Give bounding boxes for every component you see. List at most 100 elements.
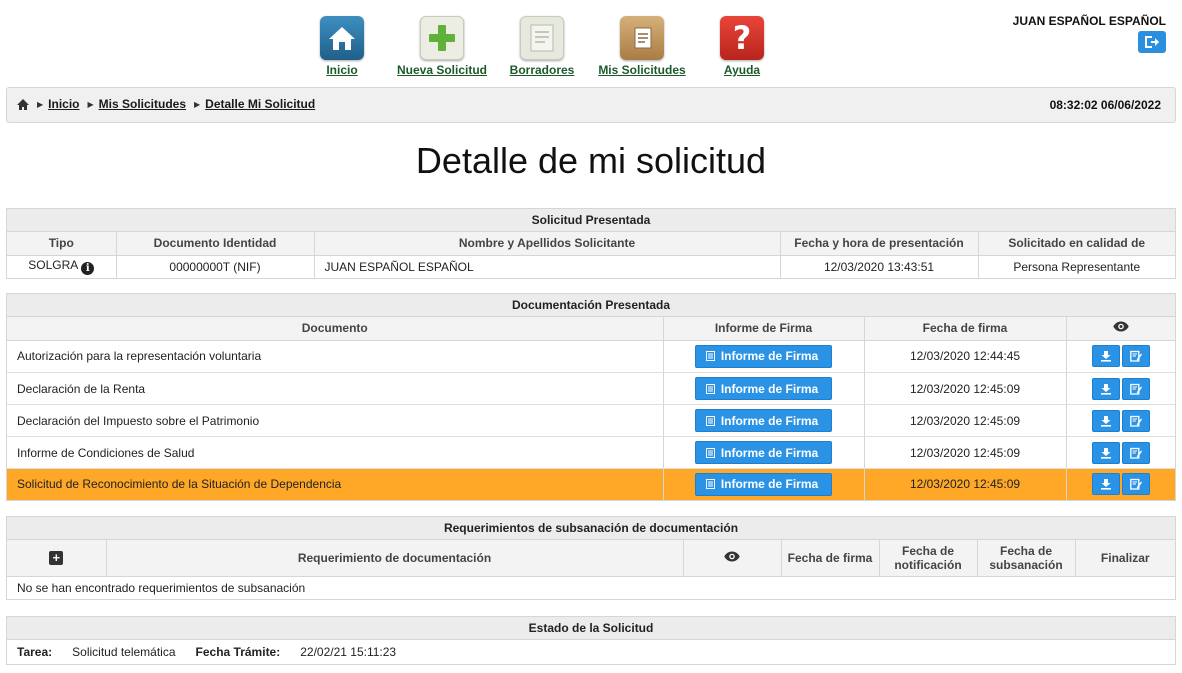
column-header: Informe de Firma [663, 317, 865, 341]
requerimientos-panel: Requerimientos de subsanación de documen… [6, 516, 1176, 600]
informe-firma-button[interactable]: Informe de Firma [694, 344, 833, 368]
documento-cell: Declaración de la Renta [7, 372, 664, 405]
fecha-tramite-value: 22/02/21 15:11:23 [300, 645, 397, 659]
document-icon [705, 351, 715, 362]
column-header: Nombre y Apellidos Solicitante [314, 232, 781, 256]
document-icon [705, 415, 715, 426]
fecha-cell: 12/03/2020 13:43:51 [780, 255, 979, 278]
download-button[interactable] [1091, 345, 1120, 368]
eye-icon [1113, 321, 1129, 332]
add-requirement-button[interactable]: + [49, 550, 64, 565]
folder-icon [620, 16, 664, 60]
column-header: Fecha de firma [781, 540, 880, 577]
edit-document-icon [1129, 383, 1142, 395]
nav-item-borradores[interactable]: Borradores [487, 16, 597, 77]
documento-cell: Declaración del Impuesto sobre el Patrim… [7, 404, 664, 437]
edit-document-button[interactable] [1121, 345, 1150, 368]
document-icon [705, 383, 715, 394]
edit-document-button[interactable] [1121, 441, 1150, 464]
help-icon: ? [720, 16, 764, 60]
logout-icon [1145, 36, 1159, 48]
informe-firma-button[interactable]: Informe de Firma [694, 409, 833, 432]
edit-document-icon [1129, 447, 1142, 459]
download-button[interactable] [1091, 377, 1120, 400]
edit-document-button[interactable] [1121, 377, 1150, 400]
breadcrumb-link-inicio[interactable]: Inicio [48, 97, 79, 111]
home-icon [320, 16, 364, 60]
logout-button[interactable] [1138, 31, 1166, 53]
tipo-cell: SOLGRA i [7, 255, 117, 278]
caret-right-icon: ▶ [87, 99, 94, 109]
download-icon [1100, 479, 1111, 490]
button-label: Informe de Firma [720, 413, 819, 428]
documento-cell: 00000000T (NIF) [116, 255, 315, 278]
solicitud-presentada-panel: Solicitud Presentada Tipo Documento Iden… [6, 208, 1176, 279]
panel-title: Estado de la Solicitud [7, 617, 1175, 640]
column-header: Documento Identidad [116, 232, 315, 256]
current-datetime: 08:32:02 06/06/2022 [1049, 98, 1161, 112]
informe-firma-cell: Informe de Firma [663, 340, 865, 373]
fecha-tramite-label: Fecha Trámite: [195, 645, 281, 659]
requerimientos-table: + Requerimiento de documentación Fecha d… [7, 540, 1175, 599]
informe-firma-cell: Informe de Firma [663, 468, 865, 500]
download-button[interactable] [1091, 441, 1120, 464]
column-header: Documento [7, 317, 664, 341]
table-row: No se han encontrado requerimientos de s… [7, 576, 1175, 599]
informe-firma-button[interactable]: Informe de Firma [694, 377, 833, 400]
breadcrumb: ▶ Inicio ▶ Mis Solicitudes ▶ Detalle Mi … [6, 87, 1176, 123]
table-row: Informe de Condiciones de Salud Informe d… [7, 436, 1175, 469]
home-icon[interactable] [17, 98, 29, 110]
fecha-firma-cell: 12/03/2020 12:45:09 [864, 372, 1067, 405]
informe-firma-button[interactable]: Informe de Firma [694, 441, 833, 464]
column-header-view [1066, 317, 1175, 341]
documento-cell: Informe de Condiciones de Salud [7, 436, 664, 469]
column-header: Fecha de firma [864, 317, 1067, 341]
download-icon [1100, 415, 1111, 427]
tarea-value: Solicitud telemática [72, 645, 176, 659]
fecha-firma-cell: 12/03/2020 12:45:09 [864, 468, 1067, 500]
column-header: Finalizar [1075, 540, 1175, 577]
table-row: Declaración del Impuesto sobre el Patrim… [7, 404, 1175, 437]
nav-item-ayuda[interactable]: ? Ayuda [687, 16, 797, 77]
tipo-value: SOLGRA [28, 258, 79, 273]
actions-cell [1066, 468, 1175, 500]
download-button[interactable] [1091, 473, 1120, 496]
column-header: Tipo [7, 232, 117, 256]
nav-item-inicio[interactable]: Inicio [287, 16, 397, 77]
eye-icon [724, 551, 740, 562]
user-name: JUAN ESPAÑOL ESPAÑOL [1012, 14, 1166, 28]
actions-cell [1066, 404, 1175, 437]
actions-cell [1066, 372, 1175, 405]
column-header: Solicitado en calidad de [978, 232, 1175, 256]
actions-cell [1066, 340, 1175, 373]
button-label: Informe de Firma [720, 349, 819, 364]
informe-firma-button[interactable]: Informe de Firma [694, 472, 833, 496]
edit-document-icon [1129, 415, 1142, 427]
document-icon [705, 447, 715, 458]
documento-cell: Autorización para la representación volu… [7, 340, 664, 373]
table-row: Declaración de la Renta Informe de Firma 1… [7, 372, 1175, 405]
edit-document-button[interactable] [1121, 473, 1150, 496]
panel-title: Solicitud Presentada [7, 209, 1175, 232]
breadcrumb-link-detalle[interactable]: Detalle Mi Solicitud [205, 97, 315, 111]
edit-document-button[interactable] [1121, 409, 1150, 432]
user-block: JUAN ESPAÑOL ESPAÑOL [1013, 14, 1166, 53]
documentacion-table: Documento Informe de Firma Fecha de firm… [7, 317, 1175, 341]
button-label: Informe de Firma [720, 381, 819, 396]
info-icon[interactable]: i [81, 262, 95, 276]
table-row: SOLGRA i 00000000T (NIF) JUAN ESPAÑOL ESP… [7, 255, 1175, 278]
documento-cell: Solicitud de Reconocimiento de la Situac… [7, 468, 664, 500]
column-header-view [683, 540, 782, 577]
button-label: Informe de Firma [720, 445, 819, 460]
documentacion-rows: Autorización para la representación volu… [7, 340, 1175, 500]
informe-firma-cell: Informe de Firma [663, 372, 865, 405]
nav-item-nueva-solicitud[interactable]: Nueva Solicitud [387, 16, 497, 77]
breadcrumb-link-mis-solicitudes[interactable]: Mis Solicitudes [99, 97, 186, 111]
fecha-firma-cell: 12/03/2020 12:44:45 [864, 340, 1067, 373]
nav-label: Mis Solicitudes [598, 63, 686, 77]
download-icon [1100, 383, 1111, 395]
edit-document-icon [1129, 351, 1142, 362]
edit-document-icon [1129, 479, 1142, 490]
download-button[interactable] [1091, 409, 1120, 432]
nav-item-mis-solicitudes[interactable]: Mis Solicitudes [587, 16, 697, 77]
